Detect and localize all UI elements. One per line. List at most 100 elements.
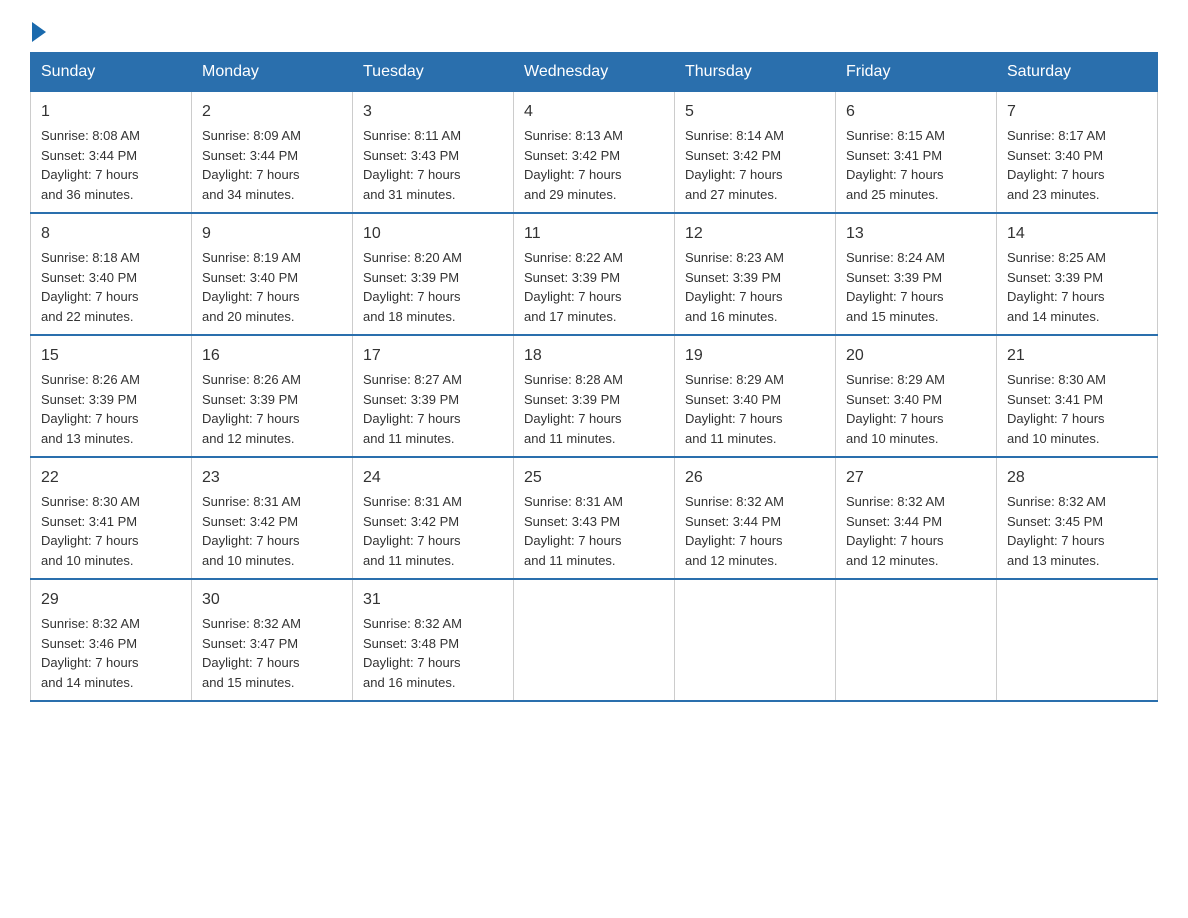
sunset-label: Sunset: 3:41 PM [846,148,942,163]
daylight-minutes: and 13 minutes. [41,431,134,446]
daylight-label: Daylight: 7 hours [1007,411,1105,426]
day-number: 3 [363,100,503,124]
daylight-label: Daylight: 7 hours [1007,533,1105,548]
sunset-label: Sunset: 3:39 PM [41,392,137,407]
day-number: 31 [363,588,503,612]
calendar-cell: 10 Sunrise: 8:20 AM Sunset: 3:39 PM Dayl… [353,213,514,335]
sunrise-label: Sunrise: 8:26 AM [41,372,140,387]
day-number: 12 [685,222,825,246]
calendar-cell: 21 Sunrise: 8:30 AM Sunset: 3:41 PM Dayl… [997,335,1158,457]
sunrise-label: Sunrise: 8:29 AM [685,372,784,387]
daylight-minutes: and 16 minutes. [685,309,778,324]
calendar-cell: 17 Sunrise: 8:27 AM Sunset: 3:39 PM Dayl… [353,335,514,457]
logo-blue-container [30,20,46,42]
calendar-cell: 11 Sunrise: 8:22 AM Sunset: 3:39 PM Dayl… [514,213,675,335]
sunset-label: Sunset: 3:43 PM [524,514,620,529]
logo-arrow-icon [32,22,46,42]
daylight-label: Daylight: 7 hours [685,167,783,182]
sunset-label: Sunset: 3:39 PM [846,270,942,285]
daylight-minutes: and 14 minutes. [1007,309,1100,324]
weekday-header: Thursday [675,53,836,92]
sunset-label: Sunset: 3:44 PM [202,148,298,163]
sunrise-label: Sunrise: 8:32 AM [41,616,140,631]
sunset-label: Sunset: 3:47 PM [202,636,298,651]
weekday-header: Monday [192,53,353,92]
sunrise-label: Sunrise: 8:28 AM [524,372,623,387]
daylight-label: Daylight: 7 hours [363,411,461,426]
calendar-week-row: 1 Sunrise: 8:08 AM Sunset: 3:44 PM Dayli… [31,92,1158,214]
sunrise-label: Sunrise: 8:32 AM [363,616,462,631]
calendar-cell [836,579,997,701]
calendar-cell: 8 Sunrise: 8:18 AM Sunset: 3:40 PM Dayli… [31,213,192,335]
day-number: 26 [685,466,825,490]
day-number: 6 [846,100,986,124]
calendar-cell: 2 Sunrise: 8:09 AM Sunset: 3:44 PM Dayli… [192,92,353,214]
sunset-label: Sunset: 3:39 PM [363,392,459,407]
daylight-minutes: and 25 minutes. [846,187,939,202]
sunrise-label: Sunrise: 8:22 AM [524,250,623,265]
sunset-label: Sunset: 3:39 PM [524,270,620,285]
daylight-minutes: and 12 minutes. [685,553,778,568]
day-number: 17 [363,344,503,368]
daylight-minutes: and 14 minutes. [41,675,134,690]
sunset-label: Sunset: 3:41 PM [41,514,137,529]
daylight-label: Daylight: 7 hours [846,167,944,182]
calendar-cell [997,579,1158,701]
logo [30,20,46,42]
sunset-label: Sunset: 3:41 PM [1007,392,1103,407]
sunrise-label: Sunrise: 8:24 AM [846,250,945,265]
day-number: 16 [202,344,342,368]
daylight-minutes: and 11 minutes. [363,553,455,568]
day-number: 23 [202,466,342,490]
day-number: 14 [1007,222,1147,246]
weekday-header: Friday [836,53,997,92]
sunrise-label: Sunrise: 8:32 AM [846,494,945,509]
sunset-label: Sunset: 3:46 PM [41,636,137,651]
calendar-cell [675,579,836,701]
sunrise-label: Sunrise: 8:31 AM [524,494,623,509]
daylight-label: Daylight: 7 hours [685,411,783,426]
sunset-label: Sunset: 3:45 PM [1007,514,1103,529]
daylight-minutes: and 15 minutes. [202,675,295,690]
sunrise-label: Sunrise: 8:27 AM [363,372,462,387]
sunrise-label: Sunrise: 8:18 AM [41,250,140,265]
daylight-label: Daylight: 7 hours [202,411,300,426]
page-header [30,20,1158,42]
calendar-cell: 5 Sunrise: 8:14 AM Sunset: 3:42 PM Dayli… [675,92,836,214]
day-number: 24 [363,466,503,490]
daylight-minutes: and 10 minutes. [202,553,295,568]
calendar-cell: 6 Sunrise: 8:15 AM Sunset: 3:41 PM Dayli… [836,92,997,214]
weekday-header: Tuesday [353,53,514,92]
daylight-minutes: and 10 minutes. [1007,431,1100,446]
daylight-minutes: and 11 minutes. [524,553,616,568]
calendar-week-row: 29 Sunrise: 8:32 AM Sunset: 3:46 PM Dayl… [31,579,1158,701]
sunrise-label: Sunrise: 8:25 AM [1007,250,1106,265]
daylight-label: Daylight: 7 hours [846,289,944,304]
weekday-header: Wednesday [514,53,675,92]
day-number: 8 [41,222,181,246]
day-number: 27 [846,466,986,490]
daylight-minutes: and 23 minutes. [1007,187,1100,202]
daylight-minutes: and 15 minutes. [846,309,939,324]
day-number: 21 [1007,344,1147,368]
sunset-label: Sunset: 3:40 PM [41,270,137,285]
daylight-label: Daylight: 7 hours [41,167,139,182]
daylight-minutes: and 16 minutes. [363,675,456,690]
day-number: 13 [846,222,986,246]
calendar-cell: 13 Sunrise: 8:24 AM Sunset: 3:39 PM Dayl… [836,213,997,335]
daylight-label: Daylight: 7 hours [41,655,139,670]
sunrise-label: Sunrise: 8:20 AM [363,250,462,265]
calendar-week-row: 15 Sunrise: 8:26 AM Sunset: 3:39 PM Dayl… [31,335,1158,457]
sunset-label: Sunset: 3:39 PM [202,392,298,407]
sunrise-label: Sunrise: 8:32 AM [685,494,784,509]
sunset-label: Sunset: 3:39 PM [1007,270,1103,285]
daylight-minutes: and 18 minutes. [363,309,456,324]
day-number: 11 [524,222,664,246]
daylight-minutes: and 34 minutes. [202,187,295,202]
day-number: 5 [685,100,825,124]
day-number: 2 [202,100,342,124]
sunset-label: Sunset: 3:43 PM [363,148,459,163]
weekday-header: Sunday [31,53,192,92]
calendar-cell: 15 Sunrise: 8:26 AM Sunset: 3:39 PM Dayl… [31,335,192,457]
daylight-label: Daylight: 7 hours [846,533,944,548]
